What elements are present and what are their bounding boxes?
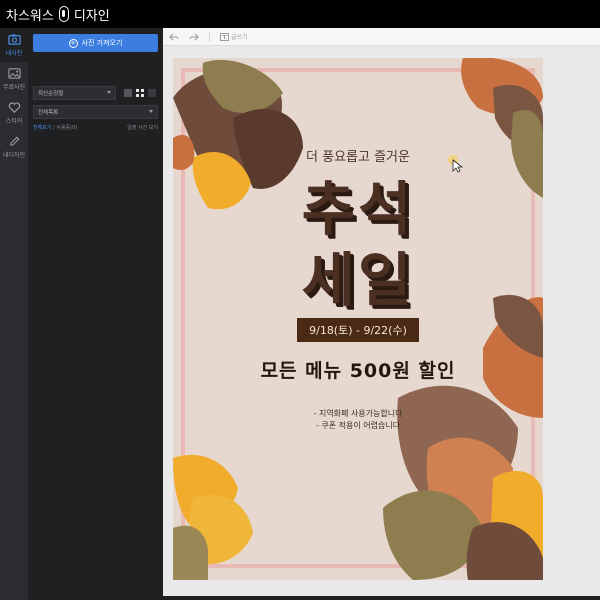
poster-date-text: 9/18(토) - 9/22(수) — [309, 324, 407, 337]
rail-item-my-photos[interactable]: 내사진 — [0, 28, 28, 62]
brand-subtitle: 디자인 — [73, 8, 110, 24]
pencil-icon — [9, 136, 19, 146]
filter-all-link[interactable]: 전체보기 — [33, 125, 51, 131]
list-view-icon[interactable] — [124, 89, 132, 97]
large-view-icon[interactable] — [148, 89, 156, 97]
app-window: 차스워스 디자인 내사진 무료사진 스티커 내디자인 + 사진 가져오기 최신순… — [0, 0, 600, 600]
image-free-icon — [7, 68, 21, 79]
rail-label: 스티커 — [5, 118, 23, 125]
rail-item-free-photos[interactable]: 무료사진 — [0, 62, 28, 96]
poster-note-2[interactable]: - 쿠폰 적용이 어렵습니다 — [173, 420, 543, 431]
category-dropdown[interactable]: 전체목록 — [33, 105, 158, 119]
mouse-pointer-icon — [448, 155, 464, 173]
sort-dropdown-value: 최신순정렬 — [38, 91, 64, 97]
editor-toolbar: 글쓰기 — [163, 28, 600, 46]
add-text-label: 글쓰기 — [231, 34, 248, 41]
redo-icon — [189, 33, 199, 40]
text-box-icon — [220, 32, 229, 41]
title-bar: 차스워스 디자인 — [0, 0, 600, 28]
rail-item-stickers[interactable]: 스티커 — [0, 96, 28, 130]
filter-separator: / — [53, 125, 55, 131]
left-icon-rail: 내사진 무료사진 스티커 내디자인 — [0, 28, 28, 600]
toolbar-divider — [209, 31, 210, 42]
brand-logo-icon — [58, 6, 69, 22]
canvas-workspace: 더 풍요롭고 즐거운 추석 세일 9/18(토) - 9/22(수) 모든 메뉴… — [163, 46, 600, 596]
poster-title-line-2[interactable]: 세일 — [173, 233, 543, 317]
bottom-strip — [163, 596, 600, 600]
photo-filter-row: 전체보기 / 사용중(0) 일괄 사진 보기 — [33, 124, 158, 131]
upload-button-label: 사진 가져오기 — [81, 39, 123, 47]
filter-unused-link[interactable]: 일괄 사진 보기 — [127, 124, 158, 131]
filter-used-link[interactable]: 사용중(0) — [56, 125, 77, 131]
redo-button[interactable] — [189, 33, 199, 41]
asset-panel: + 사진 가져오기 최신순정렬 전체목록 전체보기 / 사용중(0) 일괄 사진… — [28, 28, 163, 600]
plus-icon: + — [68, 38, 78, 48]
undo-icon — [169, 33, 179, 40]
poster-canvas[interactable]: 더 풍요롭고 즐거운 추석 세일 9/18(토) - 9/22(수) 모든 메뉴… — [173, 58, 543, 580]
rail-label: 내디자인 — [2, 152, 26, 159]
undo-button[interactable] — [169, 33, 179, 41]
poster-note-1[interactable]: - 지역화폐 사용가능합니다 — [173, 408, 543, 419]
heart-icon — [8, 102, 20, 113]
rail-label: 내사진 — [5, 50, 23, 57]
category-dropdown-value: 전체목록 — [38, 110, 59, 116]
sort-dropdown[interactable]: 최신순정렬 — [33, 86, 116, 100]
brand-name: 차스워스 — [6, 8, 54, 24]
photo-icon — [7, 34, 21, 45]
upload-photo-button[interactable]: + 사진 가져오기 — [33, 34, 158, 52]
rail-item-my-designs[interactable]: 내디자인 — [0, 130, 28, 164]
rail-label: 무료사진 — [2, 84, 26, 91]
grid-view-icon[interactable] — [136, 89, 144, 97]
poster-promo-text[interactable]: 모든 메뉴 500원 할인 — [173, 356, 543, 383]
chevron-down-icon — [107, 91, 111, 94]
chevron-down-icon — [149, 110, 153, 113]
add-text-button[interactable]: 글쓰기 — [220, 32, 248, 41]
poster-date-badge[interactable]: 9/18(토) - 9/22(수) — [297, 318, 419, 342]
